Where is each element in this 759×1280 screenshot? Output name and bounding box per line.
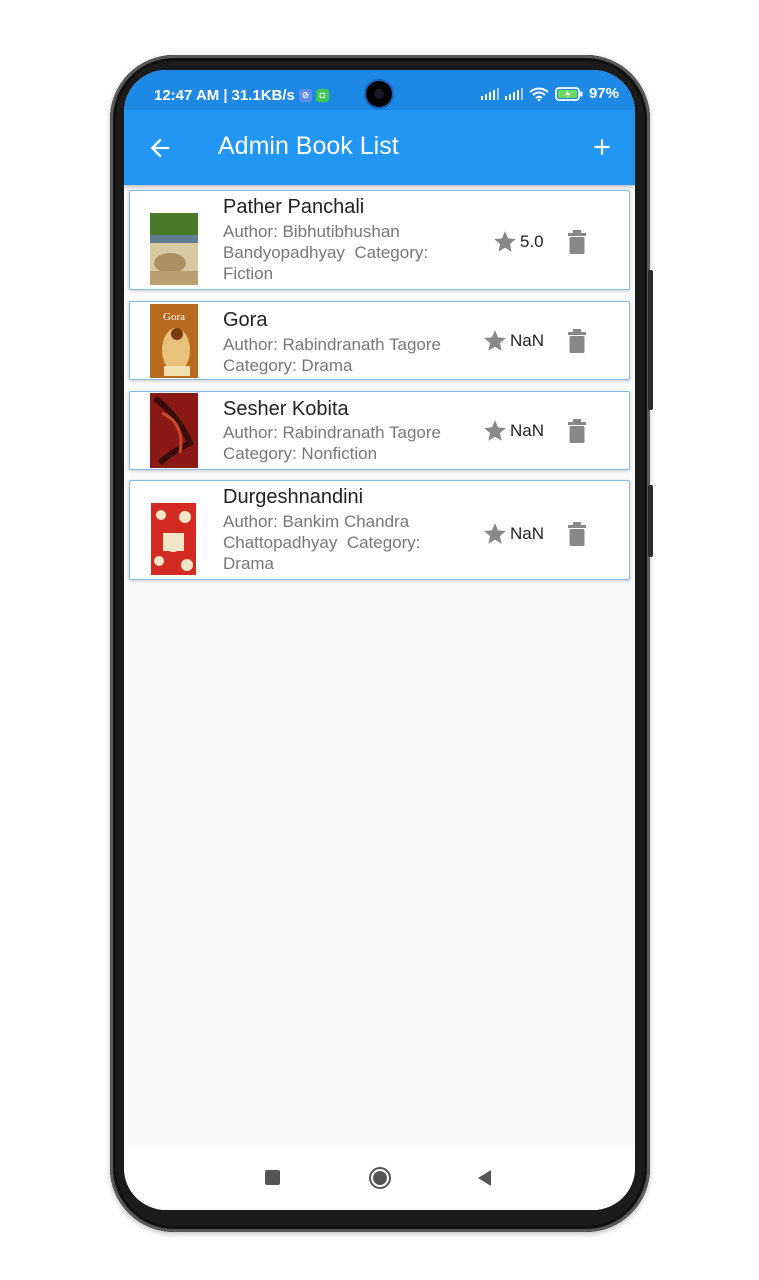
plus-icon[interactable] [589, 134, 615, 160]
volume-button [648, 270, 653, 410]
book-cover-image [151, 503, 196, 575]
star-icon [484, 330, 506, 351]
page-title: Admin Book List [218, 132, 399, 160]
book-title: Durgeshnandini [223, 486, 364, 508]
book-rating: NaN [482, 328, 544, 354]
trash-icon[interactable] [566, 418, 588, 444]
system-navigation-bar [124, 1146, 635, 1210]
arrow-back-icon[interactable] [146, 134, 174, 162]
app-bar: Admin Book List [124, 110, 635, 185]
book-card[interactable]: Durgeshnandini Author: Bankim Chandra Ch… [129, 480, 630, 580]
book-details: Author: Rabindranath Tagore Category: No… [223, 422, 483, 464]
book-details: Author: Bibhutibhushan Bandyopadhyay Cat… [223, 221, 473, 284]
book-author: Author: Rabindranath Tagore [223, 335, 442, 354]
front-camera [366, 81, 392, 107]
battery-percent: 97% [588, 85, 619, 102]
home-circle-icon[interactable] [368, 1166, 392, 1190]
trash-icon[interactable] [566, 328, 588, 354]
trash-icon[interactable] [566, 229, 588, 255]
battery-icon [555, 86, 583, 101]
star-icon [484, 523, 506, 544]
status-time: 12:47 AM [154, 87, 220, 104]
book-rating: NaN [482, 418, 544, 444]
rating-value: NaN [510, 421, 545, 440]
cover-text: Gora [163, 311, 185, 323]
star-icon [494, 231, 516, 252]
trash-icon[interactable] [566, 521, 588, 547]
book-rating: 5.0 [492, 229, 544, 255]
book-author: Author: Rabindranath Tagore [223, 423, 442, 442]
book-title: Sesher Kobita [223, 398, 349, 420]
network-speed: 31.1KB/s [231, 87, 295, 104]
status-bar: 12:47 AM | 31.1KB/s ⊘ ◘ 97% [124, 70, 635, 112]
book-cover-image [150, 213, 198, 285]
rating-value: NaN [510, 331, 545, 350]
book-rating: NaN [482, 521, 544, 547]
signal-icon-2 [504, 87, 523, 100]
book-card[interactable]: Gora Gora Author: Rabindranath Tagore Ca… [129, 301, 630, 380]
book-title: Gora [223, 309, 268, 331]
notification-android-icon: ◘ [315, 89, 329, 102]
wifi-icon [529, 87, 549, 101]
star-icon [484, 420, 506, 441]
notification-app-icon: ⊘ [298, 89, 312, 102]
book-category: Category: Nonfiction [223, 444, 378, 463]
status-separator: | [223, 87, 228, 104]
power-button [648, 485, 653, 557]
book-details: Author: Rabindranath Tagore Category: Dr… [223, 334, 483, 376]
rating-value: 5.0 [520, 232, 544, 251]
book-title: Pather Panchali [223, 196, 365, 218]
back-triangle-icon[interactable] [476, 1168, 492, 1188]
book-cover-image: Gora [150, 304, 198, 378]
book-details: Author: Bankim Chandra Chattopadhyay Cat… [223, 511, 463, 574]
book-category: Category: Drama [223, 356, 353, 375]
rating-value: NaN [510, 524, 545, 543]
book-card[interactable]: Pather Panchali Author: Bibhutibhushan B… [129, 190, 630, 290]
book-cover-image [150, 393, 198, 468]
screen: 12:47 AM | 31.1KB/s ⊘ ◘ 97% Admin Book L… [124, 70, 635, 1210]
signal-icon [480, 87, 499, 100]
book-card[interactable]: Sesher Kobita Author: Rabindranath Tagor… [129, 391, 630, 470]
recents-square-icon[interactable] [265, 1170, 280, 1185]
